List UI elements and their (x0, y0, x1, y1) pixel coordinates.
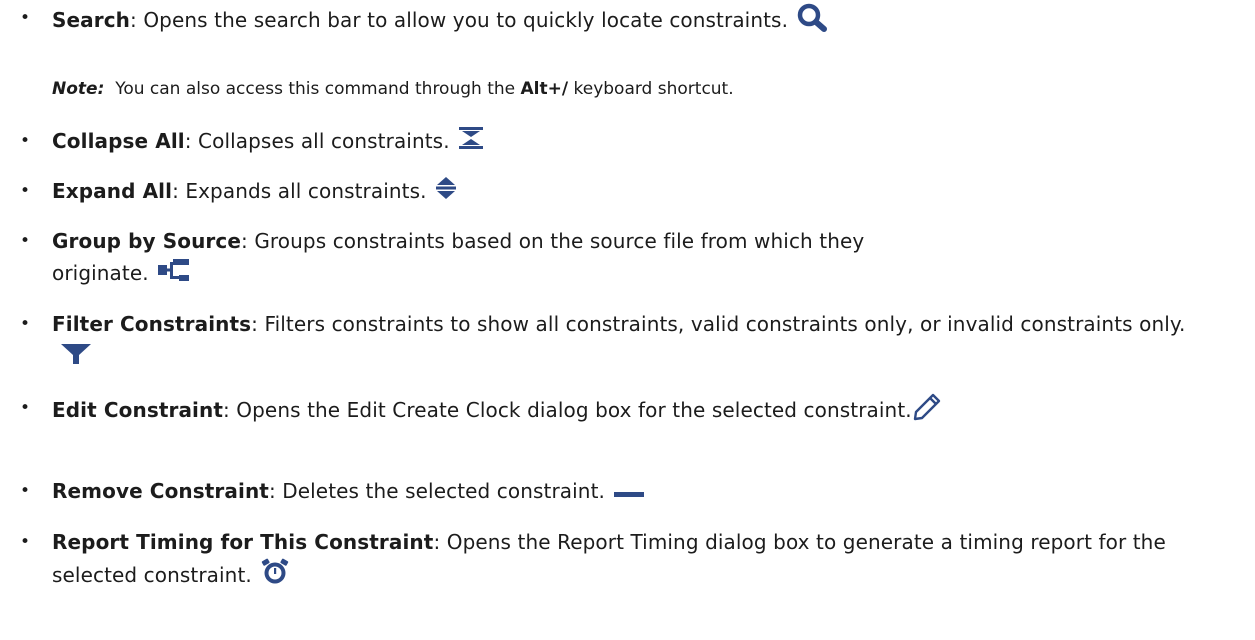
bullet: • (20, 231, 31, 251)
bullet: • (20, 398, 31, 418)
item-term: Expand All (52, 179, 173, 203)
item-term: Remove Constraint (52, 479, 269, 503)
item-desc: : Opens the search bar to allow you to q… (130, 8, 789, 32)
minus-icon (613, 477, 645, 509)
item-desc: : Opens the Edit Create Clock dialog box… (223, 398, 912, 422)
item-desc: : Filters constraints to show all constr… (251, 312, 1186, 336)
bullet: • (20, 532, 31, 552)
item-term: Filter Constraints (52, 312, 252, 336)
item-term: Report Timing for This Constraint (52, 530, 434, 554)
item-desc: : Expands all constraints. (172, 179, 427, 203)
item-desc: : Deletes the selected constraint. (268, 479, 605, 503)
bullet: • (20, 181, 31, 201)
bullet: • (20, 481, 31, 501)
funnel-icon (60, 342, 92, 374)
collapse-all-icon (458, 126, 484, 159)
pencil-icon (912, 392, 942, 431)
bullet: • (20, 131, 31, 151)
expand-all-icon (435, 176, 457, 209)
note-text-after: keyboard shortcut. (573, 79, 734, 99)
item-term: Edit Constraint (52, 398, 223, 422)
note-label: Note: (52, 79, 105, 99)
bullet: • (20, 8, 31, 28)
item-desc: : Collapses all constraints. (184, 129, 450, 153)
item-term: Collapse All (52, 129, 185, 153)
item-term: Search (52, 8, 131, 32)
keyboard-shortcut: Alt+/ (520, 79, 569, 99)
tree-hierarchy-icon (157, 258, 191, 291)
note-text-before: You can also access this command through… (115, 79, 516, 99)
document-body: • Search: Opens the search bar to allow … (0, 0, 1255, 640)
magnifier-icon (796, 2, 828, 41)
bullet: • (20, 314, 31, 334)
note: Note: You can also access this command t… (52, 77, 734, 101)
item-term: Group by Source (52, 229, 242, 253)
stopwatch-icon (260, 558, 290, 595)
